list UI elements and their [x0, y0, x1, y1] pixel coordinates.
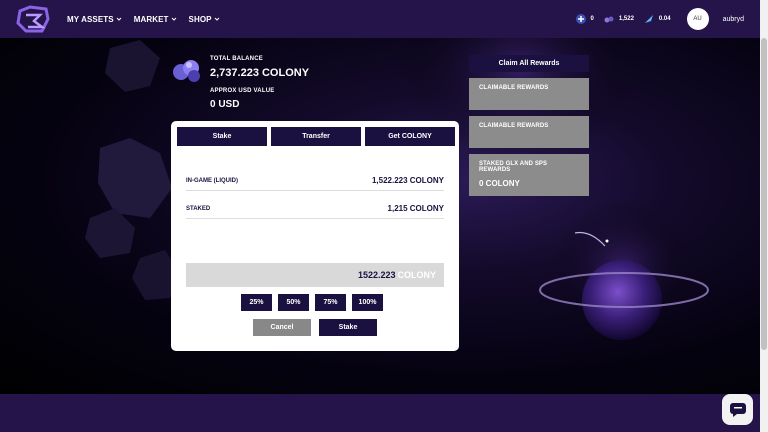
nav-my-assets-label: MY ASSETS [67, 14, 114, 24]
username[interactable]: aubryd [723, 16, 744, 23]
chevron-down-icon [116, 17, 122, 21]
logo-icon[interactable] [16, 5, 50, 33]
row-in-game-label: IN-GAME (LIQUID) [186, 177, 238, 184]
stat-sps-value: 0.04 [658, 16, 671, 22]
usd-value: 0 USD [210, 99, 240, 110]
footer [0, 394, 760, 432]
balance-stats: 0 1,522 0.04 AU aubryd [575, 0, 744, 38]
nav-shop[interactable]: SHOP [189, 15, 220, 24]
percent-75-button[interactable]: 75% [315, 294, 346, 311]
amount-input[interactable]: 1522.223 COLONY [186, 263, 444, 287]
percent-50-button[interactable]: 50% [278, 294, 309, 311]
colony-icon [604, 14, 614, 24]
stat-sps: 0.04 [644, 14, 671, 24]
stake-modal: Stake Transfer Get COLONY IN-GAME (LIQUI… [171, 121, 459, 351]
sps-icon [644, 14, 654, 24]
tab-stake[interactable]: Stake [177, 127, 267, 146]
nav-my-assets[interactable]: MY ASSETS [67, 15, 122, 24]
reward-card-2: CLAIMABLE REWARDS [469, 116, 589, 148]
row-staked: STAKED 1,215 COLONY [186, 199, 444, 219]
modal-tabs: Stake Transfer Get COLONY [177, 127, 455, 146]
usd-value-label: APPROX USD VALUE [210, 88, 275, 94]
avatar[interactable]: AU [686, 8, 709, 30]
amount-unit: COLONY [397, 270, 436, 280]
stat-glx-value: 0 [590, 16, 594, 22]
stat-colony: 1,522 [604, 14, 634, 24]
chevron-down-icon [214, 17, 219, 21]
reward-card-1: CLAIMABLE REWARDS [469, 78, 589, 110]
chat-button[interactable] [722, 394, 753, 425]
scrollbar-thumb[interactable] [761, 38, 767, 350]
stat-glx: 0 [575, 14, 594, 24]
colony-token-icon [173, 60, 200, 82]
row-staked-value: 1,215 COLONY [387, 204, 444, 213]
reward-card-title: STAKED GLX AND SPS REWARDS [479, 161, 548, 173]
top-navigation-bar: MY ASSETS MARKET SHOP 0 1,522 0.04 AU au… [0, 0, 760, 38]
tab-get-colony[interactable]: Get COLONY [365, 127, 455, 146]
stat-colony-value: 1,522 [618, 16, 634, 22]
reward-card-title: CLAIMABLE REWARDS [479, 85, 549, 91]
claim-all-rewards-button[interactable]: Claim All Rewards [469, 55, 589, 72]
reward-card-value: 0 COLONY [479, 179, 520, 188]
amount-value: 1522.223 [357, 270, 396, 280]
reward-card-title: CLAIMABLE REWARDS [479, 123, 549, 129]
glx-icon [575, 14, 586, 24]
row-staked-label: STAKED [186, 205, 211, 212]
percent-buttons: 25% 50% 75% 100% [241, 294, 383, 311]
row-in-game-value: 1,522.223 COLONY [371, 176, 444, 185]
cancel-button[interactable]: Cancel [253, 319, 311, 336]
chat-icon [729, 402, 746, 417]
row-in-game: IN-GAME (LIQUID) 1,522.223 COLONY [186, 171, 444, 191]
tab-transfer[interactable]: Transfer [271, 127, 361, 146]
total-balance-value: 2,737.223 COLONY [210, 67, 310, 79]
nav-market-label: MARKET [133, 14, 169, 24]
percent-100-button[interactable]: 100% [352, 294, 383, 311]
chevron-down-icon [171, 17, 176, 21]
nav-market[interactable]: MARKET [134, 15, 177, 24]
reward-card-staked: STAKED GLX AND SPS REWARDS 0 COLONY [469, 154, 589, 196]
main-nav: MY ASSETS MARKET SHOP [67, 0, 220, 38]
modal-actions: Cancel Stake [253, 319, 377, 336]
stake-button[interactable]: Stake [319, 319, 377, 336]
percent-25-button[interactable]: 25% [241, 294, 272, 311]
scrollbar[interactable] [760, 0, 768, 432]
total-balance-label: TOTAL BALANCE [210, 56, 263, 62]
nav-shop-label: SHOP [188, 14, 212, 24]
